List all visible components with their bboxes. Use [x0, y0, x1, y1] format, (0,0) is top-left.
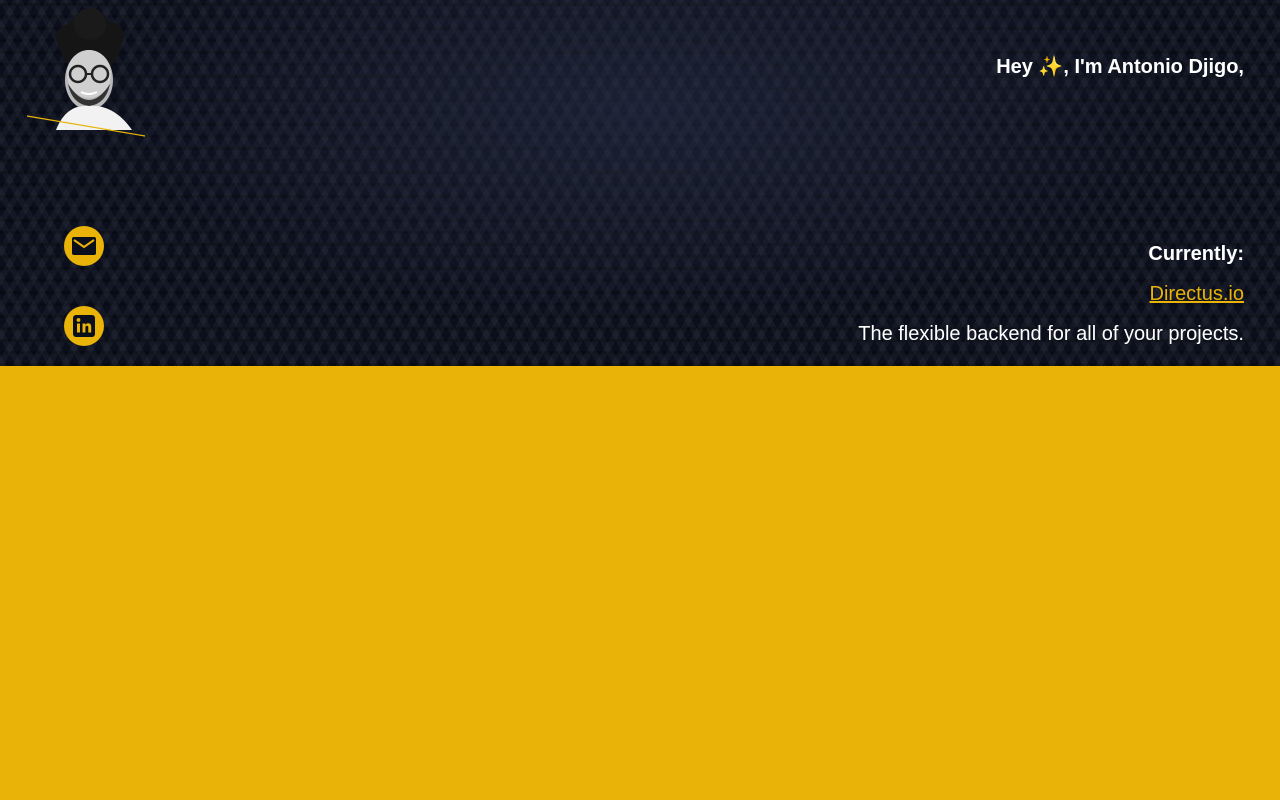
- company-tagline: The flexible backend for all of your pro…: [858, 323, 1244, 345]
- envelope-icon: [72, 237, 96, 255]
- linkedin-button[interactable]: [64, 306, 104, 346]
- greeting-heading: Hey ✨, I'm Antonio Djigo,: [996, 56, 1244, 78]
- hero-section: Hey ✨, I'm Antonio Djigo, Currently: Dir…: [0, 0, 1280, 366]
- yellow-content-area: [0, 366, 1280, 800]
- company-link[interactable]: Directus.io: [1150, 283, 1244, 306]
- linkedin-icon: [73, 315, 95, 337]
- email-button[interactable]: [64, 226, 104, 266]
- currently-label: Currently:: [1148, 243, 1244, 265]
- avatar: [26, 8, 148, 140]
- portrait-avatar-icon: [26, 8, 146, 137]
